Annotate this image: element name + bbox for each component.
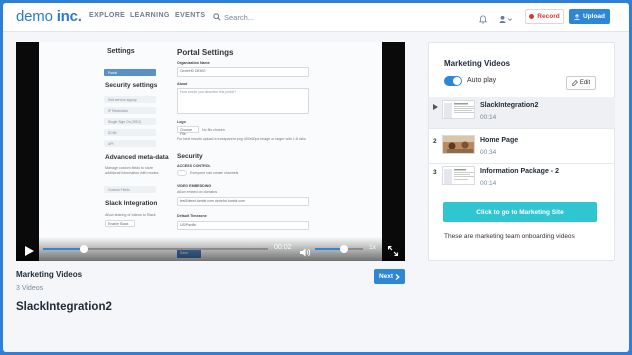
record-label: Record bbox=[537, 13, 560, 20]
seek-handle[interactable] bbox=[79, 245, 88, 253]
bell-icon[interactable] bbox=[479, 11, 487, 29]
screen-access-label: ACCESS CONTROL bbox=[177, 164, 211, 168]
screen-embed-label: VIDEO EMBEDDING bbox=[177, 184, 212, 188]
playlist-item-index: 3 bbox=[433, 169, 437, 176]
screen-logo-hint: For best results upload a transparent pn… bbox=[177, 137, 306, 141]
screen-embed-sub: Allow embed on domains bbox=[177, 190, 218, 194]
app-window: demo inc. EXPLORE LEARNING EVENTS Record… bbox=[3, 3, 629, 352]
screen-slack-text: Allow sharing of videos to Slack bbox=[105, 213, 156, 217]
playlist-item-duration: 00:14 bbox=[480, 180, 497, 187]
screen-file-text: No file chosen bbox=[202, 128, 225, 132]
time-display: 00:02 bbox=[274, 244, 292, 251]
marketing-site-button[interactable]: Click to go to Marketing Site bbox=[443, 202, 597, 222]
playlist-item-name: SlackIntegration2 bbox=[480, 102, 539, 109]
search-icon bbox=[213, 13, 221, 21]
video-thumbnail bbox=[442, 100, 475, 119]
next-button[interactable]: Next bbox=[374, 269, 405, 284]
screen-about-field: How would you describe this portal? bbox=[177, 88, 309, 114]
divider bbox=[429, 128, 615, 129]
video-thumbnail bbox=[442, 166, 475, 185]
edit-icon bbox=[572, 80, 578, 86]
screen-meta-text: Manage custom fields to store additional… bbox=[105, 166, 160, 175]
playlist-item[interactable]: 2 Home Page 00:34 bbox=[429, 132, 615, 163]
screen-nav-item: API bbox=[104, 140, 156, 147]
playlist-item[interactable]: SlackIntegration2 00:14 bbox=[429, 97, 615, 128]
screen-tz-field: US/Pacific bbox=[177, 221, 309, 230]
search-input[interactable] bbox=[224, 10, 454, 24]
screen-security-label: Security bbox=[177, 153, 203, 160]
autoplay-toggle[interactable] bbox=[444, 76, 462, 86]
screen-security-heading: Security settings bbox=[105, 82, 158, 89]
now-playing-icon bbox=[433, 104, 438, 110]
playlist-item-name: Information Package - 2 bbox=[480, 168, 559, 175]
video-count: 3 Videos bbox=[16, 285, 44, 292]
upload-icon bbox=[574, 13, 580, 20]
screen-access-toggle bbox=[177, 170, 187, 176]
upload-label: Upload bbox=[582, 13, 606, 20]
player-controls: 00:02 1x bbox=[16, 237, 405, 261]
screen-portal-heading: Portal Settings bbox=[177, 48, 234, 57]
top-bar: demo inc. EXPLORE LEARNING EVENTS Record… bbox=[3, 3, 629, 32]
logo[interactable]: demo inc. bbox=[16, 8, 82, 25]
search-bar bbox=[211, 9, 461, 25]
logo-text: demo bbox=[16, 8, 53, 25]
user-menu-icon[interactable] bbox=[499, 11, 513, 29]
screen-settings-heading: Settings bbox=[107, 48, 135, 55]
next-label: Next bbox=[378, 273, 394, 280]
screen-nav-item: SCIM bbox=[104, 129, 156, 136]
video-thumbnail bbox=[442, 135, 475, 154]
edit-label: Edit bbox=[579, 80, 591, 86]
screen-access-text: Everyone can create channels bbox=[190, 171, 239, 175]
seek-progress bbox=[43, 248, 84, 250]
upload-button[interactable]: Upload bbox=[569, 9, 610, 24]
nav-learning[interactable]: LEARNING bbox=[130, 12, 170, 19]
volume-handle[interactable] bbox=[339, 245, 348, 253]
playlist-panel: Marketing Videos Auto play Edit SlackInt… bbox=[428, 42, 615, 261]
record-icon bbox=[529, 14, 535, 19]
playlist-item-index: 2 bbox=[433, 138, 437, 145]
screen-tz-label: Default Timezone bbox=[177, 214, 207, 218]
screen-nav-item: Custom Fields bbox=[104, 186, 156, 193]
screen-nav-item: Single Sign On (SSO) bbox=[104, 118, 156, 125]
chevron-right-icon bbox=[395, 273, 400, 280]
marketing-site-label: Click to go to Marketing Site bbox=[476, 208, 564, 216]
screen-file-button: Choose File bbox=[177, 126, 199, 136]
volume-slider[interactable] bbox=[315, 245, 363, 253]
screen-org-field: CircleHD DEMO bbox=[177, 67, 309, 77]
screen-slack-heading: Slack Integration bbox=[105, 200, 158, 207]
screen-slack-button: Enable Slack bbox=[105, 220, 135, 227]
playlist-item[interactable]: 3 Information Package - 2 00:14 bbox=[429, 163, 615, 194]
playback-speed[interactable]: 1x bbox=[369, 244, 376, 251]
video-player[interactable]: Settings Portal Settings Portal Security… bbox=[16, 42, 405, 261]
screen-logo-label: Logo bbox=[177, 120, 186, 124]
playlist-item-duration: 00:14 bbox=[480, 114, 497, 121]
screen-about-label: About bbox=[177, 82, 188, 86]
screen-nav-item: IP Restriction bbox=[104, 107, 156, 114]
nav-events[interactable]: EVENTS bbox=[175, 12, 205, 19]
playlist-item-name: Home Page bbox=[480, 137, 519, 144]
nav-explore[interactable]: EXPLORE bbox=[89, 12, 125, 19]
logo-text-bold: inc. bbox=[56, 8, 82, 25]
panel-title: Marketing Videos bbox=[444, 59, 511, 68]
playlist-item-duration: 00:34 bbox=[480, 149, 497, 156]
screen-nav-portal: Portal bbox=[104, 69, 156, 76]
record-button[interactable]: Record bbox=[525, 9, 564, 24]
screen-meta-heading: Advanced meta-data bbox=[105, 154, 169, 161]
playlist-description: These are marketing team onboarding vide… bbox=[444, 233, 575, 240]
play-icon[interactable] bbox=[25, 243, 34, 261]
playlist-title: Marketing Videos bbox=[16, 270, 83, 279]
volume-icon[interactable] bbox=[300, 244, 311, 261]
screen-embed-field: test1blewt.tumblr.com circlehd.tumblr.co… bbox=[177, 197, 309, 206]
screen-org-label: Organization Name bbox=[177, 61, 210, 65]
fullscreen-icon[interactable] bbox=[387, 243, 399, 261]
video-frame: Settings Portal Settings Portal Security… bbox=[39, 42, 382, 261]
video-title: SlackIntegration2 bbox=[16, 301, 112, 313]
seek-bar[interactable] bbox=[43, 245, 268, 253]
screen-nav-item: Self-service signup bbox=[104, 96, 156, 103]
autoplay-label: Auto play bbox=[467, 77, 497, 84]
edit-button[interactable]: Edit bbox=[566, 76, 596, 90]
